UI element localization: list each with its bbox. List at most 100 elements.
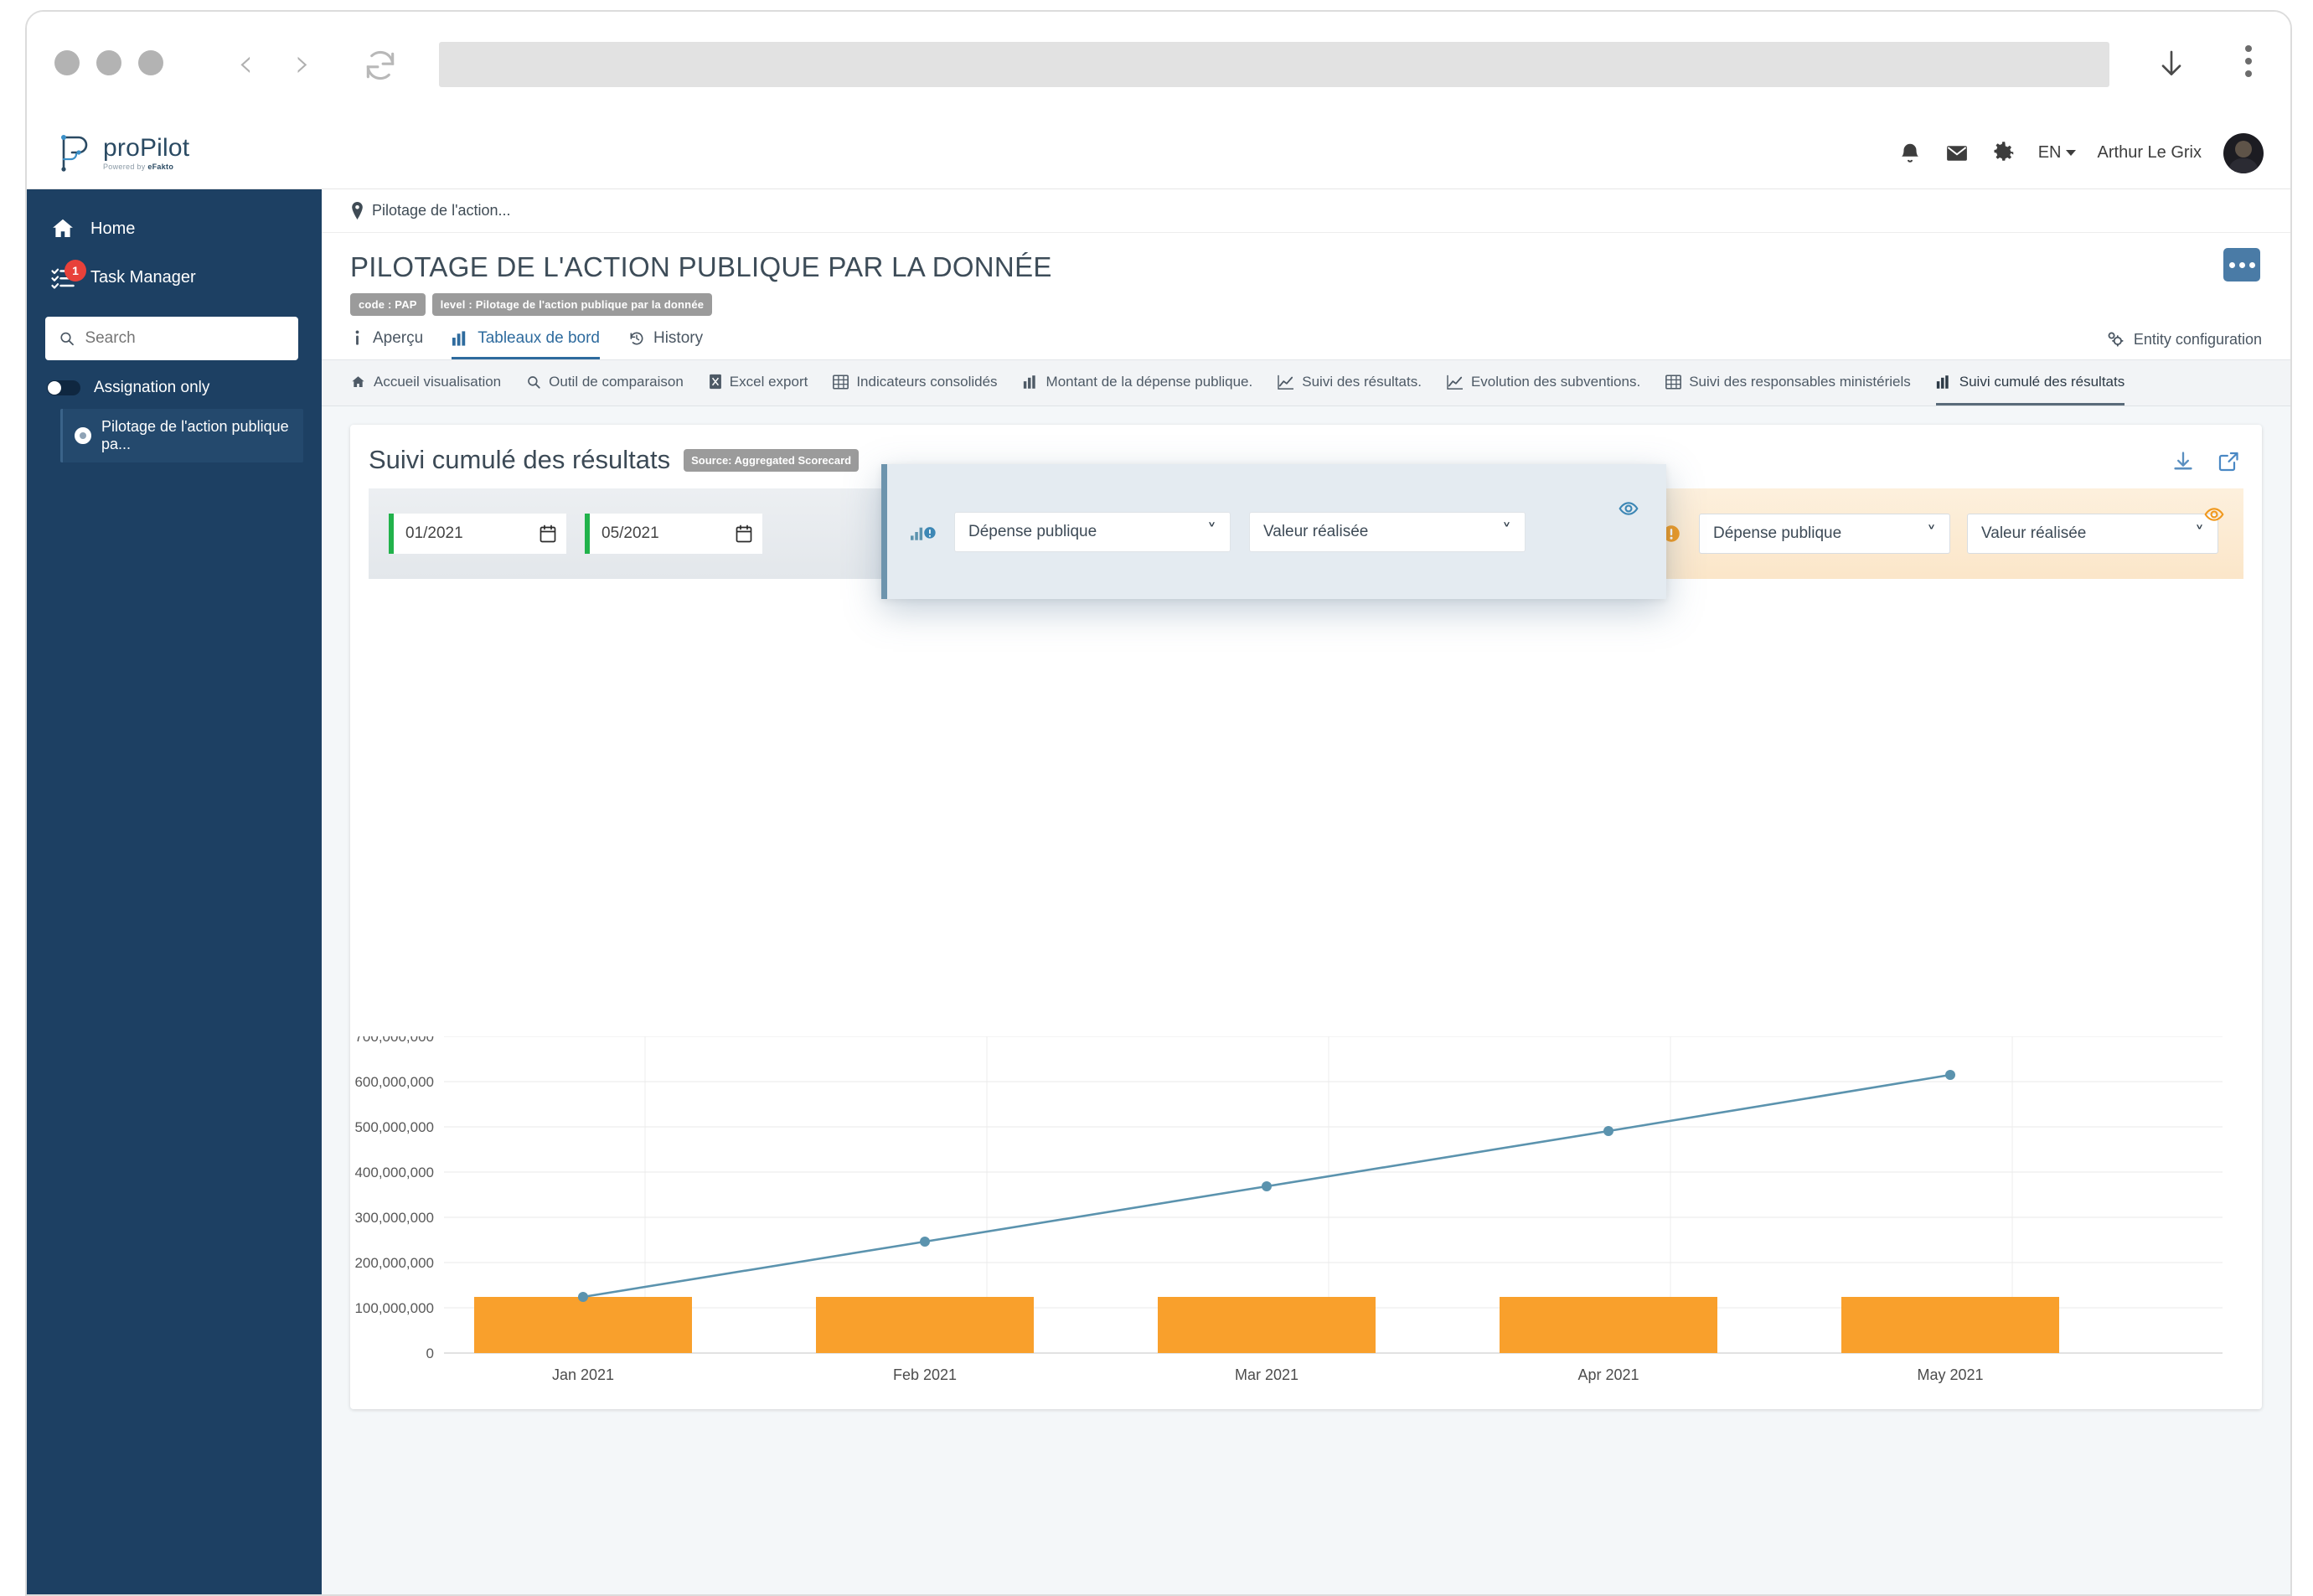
vtab-suivi-des-resultats[interactable]: Suivi des résultats. <box>1278 360 1422 405</box>
assignation-only-toggle-row[interactable]: Assignation only <box>27 360 322 402</box>
tab-tableaux-de-bord[interactable]: Tableaux de bord <box>452 329 600 359</box>
svg-text:500,000,000: 500,000,000 <box>354 1119 434 1135</box>
date-from-value: 01/2021 <box>405 524 463 543</box>
bar-jan-2021 <box>474 1297 692 1353</box>
vtab-suivi-cumule-des-resultats[interactable]: Suivi cumulé des résultats <box>1936 360 2125 405</box>
sidebar: Home 1 Task Manager Assignation on <box>27 189 322 1596</box>
orange-measure-select[interactable]: Valeur réalisée ˅ <box>1967 514 2218 554</box>
vtab-montant-depense-publique[interactable]: Montant de la dépense publique. <box>1023 360 1253 405</box>
open-external-icon[interactable] <box>2217 450 2240 473</box>
bar-mar-2021 <box>1158 1297 1376 1353</box>
avatar[interactable] <box>2223 133 2264 173</box>
vtab-suivi-responsables-ministeriels[interactable]: Suivi des responsables ministériels <box>1665 360 1911 405</box>
popup-measure-value: Valeur réalisée <box>1263 523 1368 541</box>
bell-icon[interactable] <box>1897 141 1923 166</box>
line-chart-icon <box>1447 374 1464 390</box>
chevron-down-icon: ˅ <box>2195 524 2204 545</box>
vtab-label: Montant de la dépense publique. <box>1046 374 1253 390</box>
source-badge: Source: Aggregated Scorecard <box>684 449 859 472</box>
tab-label: History <box>653 329 703 348</box>
tab-apercu[interactable]: Aperçu <box>350 329 423 359</box>
date-to-value: 05/2021 <box>601 524 659 543</box>
vtab-accueil-visualisation[interactable]: Accueil visualisation <box>350 360 501 405</box>
gear-icon[interactable] <box>1991 141 2016 166</box>
table-icon <box>833 374 849 390</box>
address-bar[interactable] <box>439 42 2109 87</box>
chart-cumulative-line <box>578 1070 1955 1302</box>
maximize-dot[interactable] <box>138 50 163 75</box>
app-header-actions: EN Arthur Le Grix <box>1897 133 2264 173</box>
search-icon <box>526 374 541 390</box>
vtab-excel-export[interactable]: Excel export <box>709 360 808 405</box>
settings-gears-icon <box>2107 332 2125 349</box>
breadcrumb: Pilotage de l'action... <box>322 189 2290 233</box>
forward-arrow-icon[interactable]: › <box>295 42 310 84</box>
back-arrow-icon[interactable]: ‹ <box>238 42 253 84</box>
chevron-down-icon: ˅ <box>1502 521 1511 542</box>
date-from-field[interactable]: 01/2021 <box>389 514 566 554</box>
mail-icon[interactable] <box>1944 141 1970 166</box>
excel-icon <box>709 374 722 390</box>
breadcrumb-label[interactable]: Pilotage de l'action... <box>372 202 511 220</box>
browser-chrome: ‹ › <box>27 12 2290 117</box>
sidebar-item-label: Task Manager <box>90 268 196 287</box>
tab-history[interactable]: History <box>628 329 703 359</box>
sidebar-item-pilotage[interactable]: Pilotage de l'action publique pa... <box>60 409 303 462</box>
chart-bars <box>474 1297 2059 1353</box>
orange-indicator-select[interactable]: Dépense publique ˅ <box>1699 514 1950 554</box>
reload-icon[interactable] <box>362 47 399 84</box>
collapse-panel-button[interactable] <box>2223 248 2260 281</box>
tag-code: code : PAP <box>350 293 426 316</box>
logo-subtitle: Powered by eFakto <box>103 163 189 171</box>
assignation-only-toggle[interactable] <box>47 380 80 395</box>
propilot-logo[interactable]: proPilot Powered by eFakto <box>55 134 189 173</box>
sidebar-item-task-manager[interactable]: 1 Task Manager <box>27 253 322 302</box>
svg-text:Jan 2021: Jan 2021 <box>552 1366 614 1383</box>
minimize-dot[interactable] <box>96 50 121 75</box>
bar-chart-info-icon[interactable] <box>911 520 936 544</box>
chart-card-actions <box>2171 450 2240 473</box>
vtab-label: Evolution des subventions. <box>1471 374 1640 390</box>
tab-label: Aperçu <box>373 329 423 348</box>
logo-title: proPilot <box>103 136 189 161</box>
chevron-down-icon <box>2066 150 2076 156</box>
chart-area: 700,000,000 600,000,000 500,000,000 400,… <box>350 1036 2262 1409</box>
home-icon <box>350 374 366 390</box>
eye-icon[interactable] <box>1618 498 1639 519</box>
vtab-label: Indicateurs consolidés <box>856 374 997 390</box>
vtab-label: Excel export <box>730 374 808 390</box>
eye-icon[interactable] <box>2203 504 2225 525</box>
user-name[interactable]: Arthur Le Grix <box>2098 143 2202 163</box>
download-icon[interactable] <box>2171 450 2195 473</box>
bar-apr-2021 <box>1500 1297 1717 1353</box>
entity-configuration-button[interactable]: Entity configuration <box>2107 331 2262 349</box>
close-dot[interactable] <box>54 50 80 75</box>
date-to-field[interactable]: 05/2021 <box>585 514 762 554</box>
sidebar-search[interactable] <box>45 317 298 360</box>
cumulative-results-chart: 700,000,000 600,000,000 500,000,000 400,… <box>350 1036 2250 1409</box>
app-header: proPilot Powered by eFakto EN A <box>27 117 2290 189</box>
vtab-evolution-des-subventions[interactable]: Evolution des subventions. <box>1447 360 1640 405</box>
logo-brand-text: eFakto <box>147 163 173 171</box>
home-icon <box>50 216 75 241</box>
popup-measure-select[interactable]: Valeur réalisée ˅ <box>1249 512 1526 552</box>
vtab-indicateurs-consolides[interactable]: Indicateurs consolidés <box>833 360 997 405</box>
browser-window: ‹ › proPilot Powered by eFak <box>25 10 2292 1596</box>
logo-powered-text: Powered by <box>103 163 147 171</box>
page-header: PILOTAGE DE L'ACTION PUBLIQUE PAR LA DON… <box>322 233 2290 316</box>
vtab-label: Suivi cumulé des résultats <box>1959 374 2125 390</box>
chart-x-axis: Jan 2021 Feb 2021 Mar 2021 Apr 2021 May … <box>552 1366 1984 1383</box>
kebab-menu-icon[interactable] <box>2245 45 2252 77</box>
task-manager-badge: 1 <box>65 260 86 281</box>
tab-label: Tableaux de bord <box>478 329 600 348</box>
sidebar-item-home[interactable]: Home <box>27 204 322 253</box>
bar-chart-icon <box>1936 374 1952 390</box>
svg-text:Feb 2021: Feb 2021 <box>893 1366 957 1383</box>
vtab-label: Suivi des résultats. <box>1302 374 1422 390</box>
location-pin-icon <box>350 202 364 220</box>
search-input[interactable] <box>85 329 285 348</box>
popup-indicator-select[interactable]: Dépense publique ˅ <box>954 512 1231 552</box>
download-icon[interactable] <box>2155 44 2188 85</box>
vtab-outil-de-comparaison[interactable]: Outil de comparaison <box>526 360 684 405</box>
language-selector[interactable]: EN <box>2038 143 2076 163</box>
